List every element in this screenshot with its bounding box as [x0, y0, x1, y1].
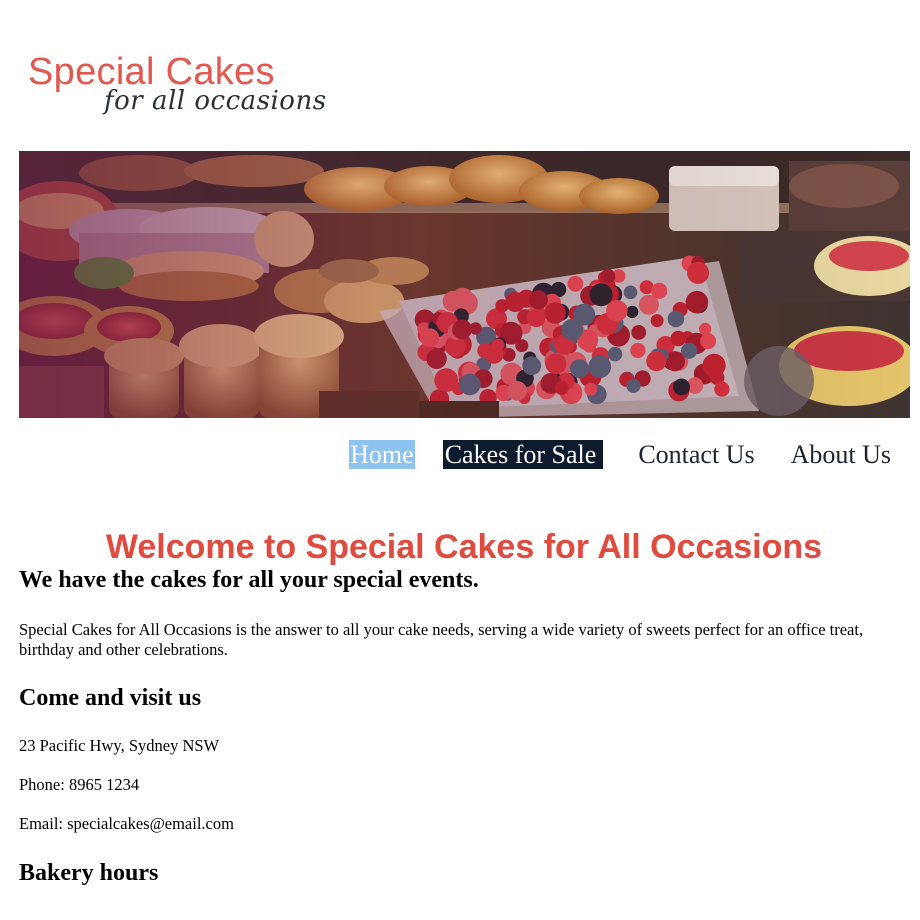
- hero-banner-image: [19, 151, 910, 418]
- visit-heading: Come and visit us: [19, 685, 202, 711]
- main-nav: Home Cakes for Sale Contact Us About Us: [349, 439, 892, 469]
- nav-contact-us[interactable]: Contact Us: [637, 440, 755, 469]
- site-logo[interactable]: Special Cakes for all occasions: [28, 48, 358, 128]
- page: Special Cakes for all occasions Home Cak…: [0, 0, 920, 920]
- email-text: Email: specialcakes@email.com: [19, 814, 234, 833]
- tagline-heading: We have the cakes for all your special e…: [19, 567, 479, 593]
- nav-home[interactable]: Home: [349, 439, 415, 469]
- address-text: 23 Pacific Hwy, Sydney NSW: [19, 736, 220, 755]
- phone-text: Phone: 8965 1234: [19, 775, 140, 794]
- intro-paragraph: Special Cakes for All Occasions is the a…: [19, 620, 864, 659]
- nav-about-us[interactable]: About Us: [790, 440, 892, 469]
- logo-sub-text: for all occasions: [104, 86, 327, 116]
- page-title: Welcome to Special Cakes for All Occasio…: [105, 527, 823, 566]
- nav-cakes-for-sale[interactable]: Cakes for Sale: [442, 439, 604, 469]
- hours-heading: Bakery hours: [19, 860, 159, 886]
